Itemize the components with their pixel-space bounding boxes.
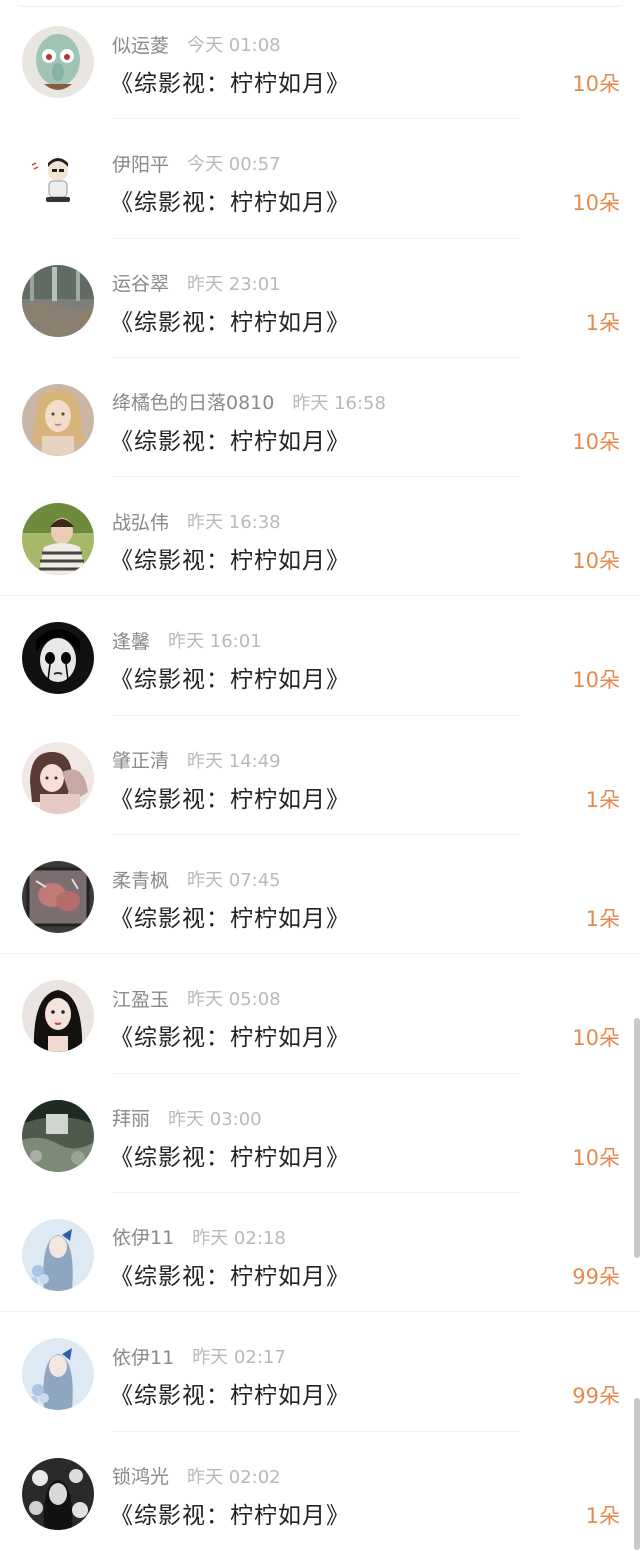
timestamp: 昨天 02:02	[187, 1466, 281, 1488]
timestamp: 昨天 02:18	[192, 1227, 286, 1249]
user-name[interactable]: 江盈玉	[112, 985, 169, 1012]
book-title[interactable]: 《综影视：柠柠如月》	[110, 1138, 350, 1172]
book-title[interactable]: 《综影视：柠柠如月》	[110, 1496, 350, 1530]
book-title[interactable]: 《综影视：柠柠如月》	[110, 303, 350, 337]
book-title[interactable]: 《综影视：柠柠如月》	[110, 541, 350, 575]
item-meta: 柔青枫 昨天 07:45	[112, 866, 281, 893]
list-item[interactable]: 绛橘色的日落0810 昨天 16:58 《综影视：柠柠如月》 10朵	[0, 358, 640, 478]
item-meta: 绛橘色的日落0810 昨天 16:58	[112, 390, 386, 414]
avatar[interactable]	[22, 26, 94, 98]
book-title[interactable]: 《综影视：柠柠如月》	[110, 660, 350, 694]
gift-amount: 1朵	[585, 310, 620, 335]
list-item[interactable]: 战弘伟 昨天 16:38 《综影视：柠柠如月》 10朵	[0, 477, 640, 597]
timestamp: 昨天 16:38	[187, 512, 281, 534]
user-name[interactable]: 逢馨	[112, 627, 150, 654]
timestamp: 昨天 16:01	[168, 631, 262, 653]
gift-amount: 1朵	[585, 787, 620, 812]
timestamp: 昨天 03:00	[168, 1108, 262, 1130]
item-meta: 伊阳平 今天 00:57	[112, 150, 281, 177]
avatar[interactable]	[22, 1218, 94, 1291]
gift-amount: 10朵	[572, 549, 620, 574]
avatar[interactable]	[22, 145, 94, 218]
gift-amount: 10朵	[572, 668, 620, 693]
list-item[interactable]: 似运菱 今天 01:08 《综影视：柠柠如月》 10朵	[0, 0, 640, 120]
avatar[interactable]	[22, 1099, 94, 1172]
timestamp: 昨天 05:08	[187, 989, 281, 1011]
book-title[interactable]: 《综影视：柠柠如月》	[110, 64, 350, 98]
timestamp: 昨天 07:45	[187, 870, 281, 892]
avatar[interactable]	[22, 741, 94, 814]
avatar[interactable]	[22, 861, 94, 934]
list-item[interactable]: 锁鸿光 昨天 02:02 《综影视：柠柠如月》 1朵	[0, 1432, 640, 1551]
timestamp: 昨天 23:01	[187, 273, 281, 295]
timestamp: 昨天 14:49	[187, 750, 281, 772]
book-title[interactable]: 《综影视：柠柠如月》	[110, 899, 350, 933]
list-item[interactable]: 肇正清 昨天 14:49 《综影视：柠柠如月》 1朵	[0, 716, 640, 836]
list-item[interactable]: 依伊11 昨天 02:17 《综影视：柠柠如月》 99朵	[0, 1312, 640, 1432]
gift-record-list: 似运菱 今天 01:08 《综影视：柠柠如月》 10朵 伊阳平 今天 00:57…	[0, 0, 640, 1551]
list-item[interactable]: 逢馨 昨天 16:01 《综影视：柠柠如月》 10朵	[0, 596, 640, 716]
gift-amount: 10朵	[572, 72, 620, 96]
book-title[interactable]: 《综影视：柠柠如月》	[110, 1376, 350, 1410]
list-item[interactable]: 拜丽 昨天 03:00 《综影视：柠柠如月》 10朵	[0, 1074, 640, 1193]
book-title[interactable]: 《综影视：柠柠如月》	[110, 183, 350, 217]
avatar[interactable]	[22, 383, 94, 456]
item-meta: 肇正清 昨天 14:49	[112, 748, 281, 772]
item-meta: 逢馨 昨天 16:01	[112, 627, 262, 654]
item-meta: 依伊11 昨天 02:17	[112, 1343, 286, 1370]
avatar[interactable]	[22, 264, 94, 337]
avatar[interactable]	[22, 1338, 94, 1411]
book-title[interactable]: 《综影视：柠柠如月》	[110, 1257, 350, 1291]
gift-amount: 10朵	[572, 191, 620, 216]
book-title[interactable]: 《综影视：柠柠如月》	[110, 422, 350, 456]
user-name[interactable]: 运谷翠	[112, 269, 169, 296]
gift-amount: 10朵	[572, 1026, 620, 1051]
user-name[interactable]: 似运菱	[112, 31, 169, 58]
item-meta: 战弘伟 昨天 16:38	[112, 508, 281, 535]
list-item[interactable]: 柔青枫 昨天 07:45 《综影视：柠柠如月》 1朵	[0, 835, 640, 955]
timestamp: 今天 01:08	[187, 35, 281, 56]
avatar[interactable]	[22, 503, 94, 576]
gift-amount: 99朵	[572, 1384, 620, 1409]
timestamp: 昨天 16:58	[292, 392, 386, 414]
avatar[interactable]	[22, 980, 94, 1053]
item-meta: 运谷翠 昨天 23:01	[112, 271, 281, 295]
item-meta: 锁鸿光 昨天 02:02	[112, 1464, 281, 1488]
user-name[interactable]: 锁鸿光	[112, 1462, 169, 1489]
user-name[interactable]: 伊阳平	[112, 150, 169, 177]
user-name[interactable]: 依伊11	[112, 1343, 174, 1370]
user-name[interactable]: 肇正清	[112, 746, 169, 773]
book-title[interactable]: 《综影视：柠柠如月》	[110, 1018, 350, 1052]
gift-amount: 1朵	[585, 1503, 620, 1528]
item-meta: 江盈玉 昨天 05:08	[112, 985, 281, 1012]
list-item[interactable]: 伊阳平 今天 00:57 《综影视：柠柠如月》 10朵	[0, 119, 640, 239]
scrollbar[interactable]	[634, 1018, 640, 1550]
gift-amount: 10朵	[572, 429, 620, 454]
timestamp: 今天 00:57	[187, 154, 281, 176]
scrollbar-thumb[interactable]	[634, 1398, 640, 1550]
user-name[interactable]: 绛橘色的日落0810	[112, 388, 274, 415]
user-name[interactable]: 依伊11	[112, 1223, 174, 1250]
avatar[interactable]	[22, 1457, 94, 1530]
list-item[interactable]: 依伊11 昨天 02:18 《综影视：柠柠如月》 99朵	[0, 1193, 640, 1313]
gift-amount: 10朵	[572, 1145, 620, 1170]
scrollbar-thumb[interactable]	[634, 1018, 640, 1258]
user-name[interactable]: 拜丽	[112, 1104, 150, 1131]
list-item[interactable]: 运谷翠 昨天 23:01 《综影视：柠柠如月》 1朵	[0, 239, 640, 358]
gift-amount: 1朵	[585, 907, 620, 932]
book-title[interactable]: 《综影视：柠柠如月》	[110, 780, 350, 814]
user-name[interactable]: 柔青枫	[112, 866, 169, 893]
item-meta: 依伊11 昨天 02:18	[112, 1225, 286, 1249]
avatar[interactable]	[22, 622, 94, 695]
timestamp: 昨天 02:17	[192, 1347, 286, 1369]
user-name[interactable]: 战弘伟	[112, 508, 169, 535]
gift-amount: 99朵	[572, 1264, 620, 1289]
list-item[interactable]: 江盈玉 昨天 05:08 《综影视：柠柠如月》 10朵	[0, 954, 640, 1074]
item-meta: 拜丽 昨天 03:00	[112, 1106, 262, 1130]
item-meta: 似运菱 今天 01:08	[112, 31, 281, 58]
